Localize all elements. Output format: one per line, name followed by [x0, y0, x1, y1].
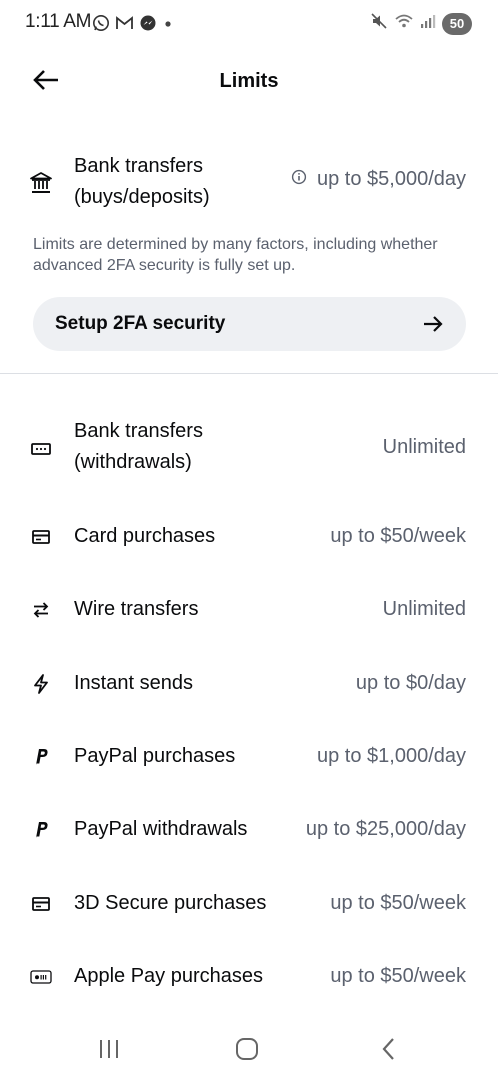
bank-icon — [28, 170, 54, 196]
status-bar: 1:11 AM 50 — [0, 0, 498, 50]
info-icon[interactable] — [291, 168, 307, 191]
battery-icon: 50 — [442, 12, 472, 35]
limits-info-text: Limits are determined by many factors, i… — [33, 236, 438, 274]
app-header: Limits — [0, 56, 498, 110]
limit-value: up to $50/week — [330, 892, 466, 914]
limit-label: PayPal withdrawals — [74, 818, 248, 840]
messenger-icon — [139, 14, 157, 37]
mute-icon — [370, 12, 388, 35]
back-chevron-icon — [379, 1037, 399, 1066]
limit-value: up to $50/week — [330, 525, 466, 547]
limit-row-3d-secure-purchases: 3D Secure purchases up to $50/week — [0, 884, 498, 924]
limit-value: up to $0/day — [355, 672, 466, 694]
limit-label: Instant sends — [74, 672, 193, 694]
limit-value: Unlimited — [382, 436, 466, 458]
limit-row-bank-withdrawals: Bank transfers (withdrawals) Unlimited — [0, 416, 498, 488]
limit-label: 3D Secure purchases — [74, 892, 267, 914]
paypal-icon — [28, 817, 54, 843]
signal-icon — [420, 13, 436, 34]
home-button[interactable] — [232, 1036, 262, 1066]
limit-label: Bank transfers (withdrawals) — [74, 420, 203, 473]
card-icon — [28, 524, 54, 550]
system-back-button[interactable] — [374, 1036, 404, 1066]
bank-deposit-amount: up to $5,000/day — [316, 168, 466, 190]
dot-icon — [162, 17, 174, 35]
transfer-arrows-icon — [28, 597, 54, 623]
limit-value: up to $1,000/day — [316, 745, 466, 767]
notification-icons — [92, 14, 174, 37]
limit-label: PayPal purchases — [74, 745, 236, 767]
limit-value: up to $50/week — [330, 965, 466, 987]
limit-row-wire-transfers: Wire transfers Unlimited — [0, 590, 498, 630]
recents-button[interactable] — [94, 1036, 124, 1066]
whatsapp-icon — [92, 14, 110, 37]
recents-icon — [97, 1038, 121, 1065]
system-nav-bar — [0, 1020, 498, 1080]
limit-row-paypal-withdrawals: PayPal withdrawals up to $25,000/day — [0, 810, 498, 850]
page-title: Limits — [219, 70, 279, 92]
bank-deposit-label: Bank transfers (buys/deposits) — [74, 155, 210, 208]
limit-label: Apple Pay purchases — [74, 965, 264, 987]
status-time: 1:11 AM — [25, 11, 92, 32]
limit-row-instant-sends: Instant sends up to $0/day — [0, 664, 498, 704]
bank-deposit-limit-row: Bank transfers (buys/deposits) up to $5,… — [0, 148, 498, 218]
gmail-icon — [115, 15, 134, 36]
wifi-icon — [394, 13, 414, 34]
setup-2fa-label: Setup 2FA security — [55, 313, 226, 334]
limit-label: Card purchases — [74, 525, 216, 547]
arrow-right-icon — [422, 314, 444, 339]
limit-row-paypal-purchases: PayPal purchases up to $1,000/day — [0, 737, 498, 777]
setup-2fa-button[interactable]: Setup 2FA security — [33, 297, 466, 351]
limit-label: Wire transfers — [74, 598, 199, 620]
lightning-icon — [28, 671, 54, 697]
home-icon — [234, 1037, 260, 1066]
section-divider — [0, 373, 498, 374]
limit-row-apple-pay-purchases: Apple Pay purchases up to $50/week — [0, 957, 498, 997]
limit-value: Unlimited — [382, 598, 466, 620]
bank-withdrawal-icon — [28, 436, 54, 462]
apple-pay-icon — [28, 964, 54, 990]
card-icon — [28, 891, 54, 917]
paypal-icon — [28, 744, 54, 770]
limit-value: up to $25,000/day — [305, 818, 466, 840]
system-icons: 50 — [370, 12, 472, 35]
bank-deposit-value: up to $5,000/day — [291, 168, 466, 191]
limit-row-card-purchases: Card purchases up to $50/week — [0, 517, 498, 557]
